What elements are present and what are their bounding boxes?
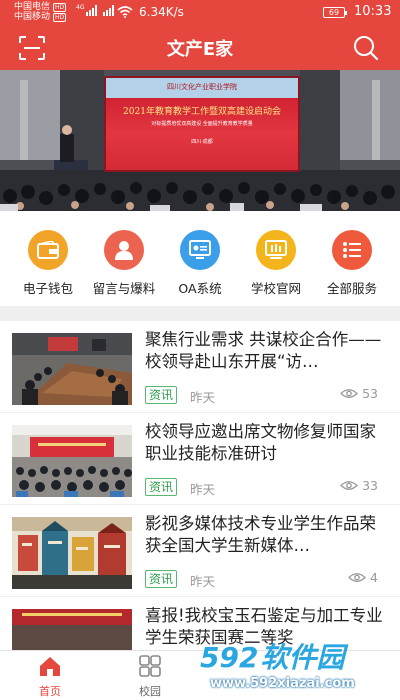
- banner-carousel[interactable]: 四川文化产业职业学院 2021年教育教学工作暨双高建设启动会 对标提质培优双高建…: [0, 70, 400, 211]
- eye-icon: [348, 573, 366, 582]
- news-item[interactable]: 校领导应邀出席文物修复师国家职业技能标准研讨 资讯 昨天 33: [0, 413, 400, 505]
- signal-icon: 4G: [76, 4, 115, 16]
- news-thumbnail: [12, 425, 132, 497]
- watermark-text: 软件园: [260, 641, 345, 674]
- watermark-url: www.592xiazai.com: [210, 676, 355, 691]
- carrier-info: 中国电信 HD 中国移动 HD: [14, 2, 67, 22]
- tab-home[interactable]: 首页: [20, 655, 80, 699]
- oa-system-icon: [180, 230, 220, 270]
- screen-footer: 四川·成都: [191, 139, 213, 145]
- tab-label: 首页: [39, 685, 61, 698]
- tab-campus[interactable]: 校园: [120, 655, 180, 699]
- quick-item-label: 全部服务: [326, 281, 377, 296]
- campus-grid-icon: [139, 655, 161, 677]
- status-time: 10:33: [354, 4, 392, 19]
- status-bar: 中国电信 HD 中国移动 HD 4G 6.34K/s 69 10:33: [0, 0, 400, 25]
- battery-level: 69: [328, 8, 340, 17]
- quick-item-label: 留言与爆料: [92, 281, 156, 296]
- banner-screen: 四川文化产业职业学院 2021年教育教学工作暨双高建设启动会 对标提质培优双高建…: [104, 76, 300, 172]
- network-type: 4G: [76, 4, 85, 11]
- news-tag: 资讯: [145, 478, 178, 496]
- watermark-number: 592: [200, 641, 259, 674]
- news-tag: 资讯: [145, 570, 178, 588]
- news-time: 昨天: [190, 390, 216, 405]
- wallet-icon: [28, 230, 68, 270]
- news-tag: 资讯: [145, 386, 178, 404]
- news-title: 聚焦行业需求 共谋校企合作——校领导赴山东开展“访…: [145, 330, 382, 371]
- screen-subtitle: 对标提质培优双高建设 全面提升教育教学质量: [151, 121, 253, 127]
- news-title: 校领导应邀出席文物修复师国家职业技能标准研讨: [145, 422, 376, 463]
- quick-item-label: 学校官网: [250, 281, 301, 296]
- all-services-icon: [332, 230, 372, 270]
- home-icon: [40, 657, 60, 676]
- news-title: 影视多媒体技术专业学生作品荣获全国大学生新媒体…: [145, 514, 376, 555]
- quick-item-all-services[interactable]: 全部服务: [312, 226, 392, 298]
- news-item[interactable]: 影视多媒体技术专业学生作品荣获全国大学生新媒体… 资讯 昨天 4: [0, 505, 400, 597]
- hd-badge: HD: [53, 12, 67, 22]
- screen-title: 2021年教育教学工作暨双高建设启动会: [123, 107, 281, 117]
- site-watermark: 592软件园 www.592xiazai.com: [200, 636, 400, 700]
- quick-item-message[interactable]: 留言与爆料: [84, 226, 164, 298]
- tab-label: 校园: [139, 685, 161, 698]
- news-views: 53: [340, 386, 378, 401]
- carrier-2: 中国移动: [14, 12, 51, 22]
- screen-school-name: 四川文化产业职业学院: [167, 83, 237, 91]
- news-views: 33: [340, 478, 378, 493]
- news-item[interactable]: 聚焦行业需求 共谋校企合作——校领导赴山东开展“访… 资讯 昨天 53: [0, 321, 400, 413]
- watermark-brand: 592软件园: [200, 636, 344, 676]
- news-thumbnail: [12, 517, 132, 589]
- user-message-icon: [104, 230, 144, 270]
- hd-badge: HD: [53, 2, 67, 12]
- news-thumbnail: [12, 609, 132, 650]
- news-views: 4: [348, 570, 378, 585]
- eye-icon: [340, 389, 359, 398]
- news-view-count: 4: [370, 570, 378, 585]
- carrier-1: 中国电信: [14, 2, 51, 12]
- search-icon[interactable]: [352, 35, 380, 61]
- news-thumbnail: [12, 333, 132, 405]
- news-view-count: 33: [362, 478, 378, 493]
- news-view-count: 53: [362, 386, 378, 401]
- news-list: 聚焦行业需求 共谋校企合作——校领导赴山东开展“访… 资讯 昨天 53 校领导应…: [0, 321, 400, 650]
- wifi-icon: [117, 6, 133, 18]
- section-divider: [0, 306, 400, 321]
- news-time: 昨天: [190, 574, 216, 589]
- app-header: 文产E家: [0, 25, 400, 70]
- quick-item-oa[interactable]: OA系统: [160, 226, 240, 298]
- quick-item-label: OA系统: [178, 281, 222, 296]
- quick-menu: 电子钱包 留言与爆料 OA系统 学校官网 全部服务: [0, 211, 400, 306]
- news-time: 昨天: [190, 482, 216, 497]
- app-title: 文产E家: [166, 39, 234, 60]
- quick-item-wallet[interactable]: 电子钱包: [8, 226, 88, 298]
- website-icon: [256, 230, 296, 270]
- network-speed: 6.34K/s: [139, 5, 184, 19]
- quick-item-label: 电子钱包: [22, 281, 73, 296]
- eye-icon: [340, 481, 359, 490]
- quick-item-website[interactable]: 学校官网: [236, 226, 316, 298]
- battery-icon: 69: [323, 7, 347, 18]
